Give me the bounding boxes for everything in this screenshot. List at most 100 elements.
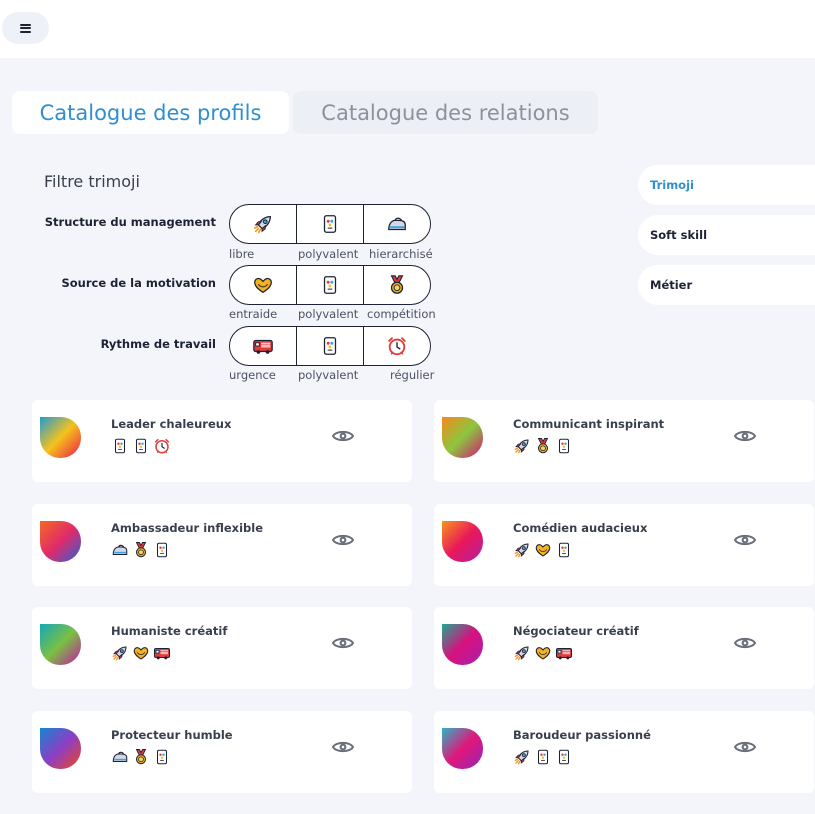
fire-truck-icon [252, 335, 274, 357]
profile-trimoji-icons [111, 541, 171, 559]
profile-avatar [442, 417, 483, 458]
view-eye-icon[interactable] [331, 634, 355, 652]
side-tab-soft-skill[interactable]: Soft skill [638, 215, 815, 255]
option-libre[interactable] [230, 205, 297, 243]
tab-relation-catalog[interactable]: Catalogue des relations [293, 91, 598, 134]
rocket-icon [513, 644, 531, 662]
card-icon [153, 541, 171, 559]
medal-icon [132, 748, 150, 766]
profile-name: Humaniste créatif [111, 624, 228, 638]
profile-trimoji-icons [513, 748, 573, 766]
side-tab-metier[interactable]: Métier [638, 265, 815, 305]
heart-hands-icon [534, 644, 552, 662]
view-eye-icon[interactable] [733, 634, 757, 652]
fire-truck-icon [153, 644, 171, 662]
view-eye-icon[interactable] [733, 531, 757, 549]
rocket-icon [111, 644, 129, 662]
option-polyvalent[interactable] [297, 266, 364, 304]
card-icon [319, 274, 341, 296]
heart-hands-icon [132, 644, 150, 662]
profile-name: Communicant inspirant [513, 417, 665, 431]
profile-trimoji-icons [111, 644, 171, 662]
rocket-icon [513, 748, 531, 766]
option-label: compétition [367, 307, 436, 321]
card-icon [319, 213, 341, 235]
option-regulier[interactable] [364, 327, 430, 365]
alarm-clock-icon [386, 335, 408, 357]
option-entraide[interactable] [230, 266, 297, 304]
profile-avatar [40, 624, 81, 665]
card-icon [319, 335, 341, 357]
hamburger-icon [20, 23, 31, 33]
profile-trimoji-icons [513, 437, 573, 455]
rocket-icon [252, 213, 274, 235]
profile-trimoji-icons [513, 644, 573, 662]
medal-icon [132, 541, 150, 559]
card-icon [555, 748, 573, 766]
profile-avatar [40, 520, 81, 562]
side-tab-trimoji[interactable]: Trimoji [638, 165, 815, 205]
option-urgence[interactable] [230, 327, 297, 365]
profile-card[interactable]: Ambassadeur inflexible [32, 503, 412, 586]
profile-trimoji-icons [111, 748, 171, 766]
heart-hands-icon [534, 541, 552, 559]
profile-avatar [442, 520, 483, 562]
card-icon [153, 748, 171, 766]
profile-card[interactable]: Leader chaleureux [32, 400, 412, 482]
card-icon [555, 437, 573, 455]
view-eye-icon[interactable] [331, 738, 355, 756]
fire-truck-icon [555, 644, 573, 662]
card-icon [555, 541, 573, 559]
card-icon [111, 437, 129, 455]
iron-icon [111, 541, 129, 559]
motivation-segmented-control [229, 265, 431, 305]
option-polyvalent[interactable] [297, 327, 364, 365]
profile-name: Baroudeur passionné [513, 727, 651, 742]
view-eye-icon[interactable] [733, 427, 757, 445]
profile-card[interactable]: Négociateur créatif [434, 607, 814, 689]
option-label: polyvalent [298, 307, 359, 321]
rhythm-segmented-control [229, 326, 431, 366]
heart-hands-icon [252, 274, 274, 296]
option-label: libre [229, 247, 255, 261]
profile-card[interactable]: Comédien audacieux [434, 503, 814, 586]
profile-avatar [442, 624, 483, 665]
option-label: polyvalent [298, 368, 359, 382]
filter-row-label-motivation: Source de la motivation [61, 276, 216, 290]
option-label: régulier [390, 368, 435, 382]
profile-trimoji-icons [513, 541, 573, 559]
card-icon [534, 748, 552, 766]
management-segmented-control [229, 204, 431, 244]
option-label: urgence [229, 368, 276, 382]
card-icon [132, 437, 150, 455]
view-eye-icon[interactable] [331, 531, 355, 549]
profile-card[interactable]: Communicant inspirant [434, 400, 814, 482]
option-label: polyvalent [298, 247, 359, 261]
option-polyvalent[interactable] [297, 205, 364, 243]
profile-avatar [40, 727, 81, 769]
view-eye-icon[interactable] [733, 738, 757, 756]
medal-icon [386, 274, 408, 296]
option-hierarchise[interactable] [364, 205, 430, 243]
profile-card[interactable]: Baroudeur passionné [434, 710, 814, 793]
iron-icon [386, 213, 408, 235]
alarm-clock-icon [153, 437, 171, 455]
profile-name: Ambassadeur inflexible [111, 520, 264, 535]
profile-name: Comédien audacieux [513, 520, 648, 535]
profile-trimoji-icons [111, 437, 171, 455]
menu-button[interactable] [2, 12, 49, 44]
profile-avatar [442, 727, 483, 769]
profile-name: Protecteur humble [111, 727, 233, 742]
rocket-icon [513, 541, 531, 559]
tab-profile-catalog[interactable]: Catalogue des profils [12, 91, 289, 134]
option-competition[interactable] [364, 266, 430, 304]
option-label: hierarchisé [369, 247, 433, 261]
filter-row-label-rhythm: Rythme de travail [100, 337, 216, 351]
profile-card[interactable]: Protecteur humble [32, 710, 412, 793]
medal-icon [534, 437, 552, 455]
rocket-icon [513, 437, 531, 455]
view-eye-icon[interactable] [331, 427, 355, 445]
profile-card[interactable]: Humaniste créatif [32, 607, 412, 689]
filter-row-label-management: Structure du management [44, 215, 216, 229]
option-label: entraide [229, 307, 278, 321]
